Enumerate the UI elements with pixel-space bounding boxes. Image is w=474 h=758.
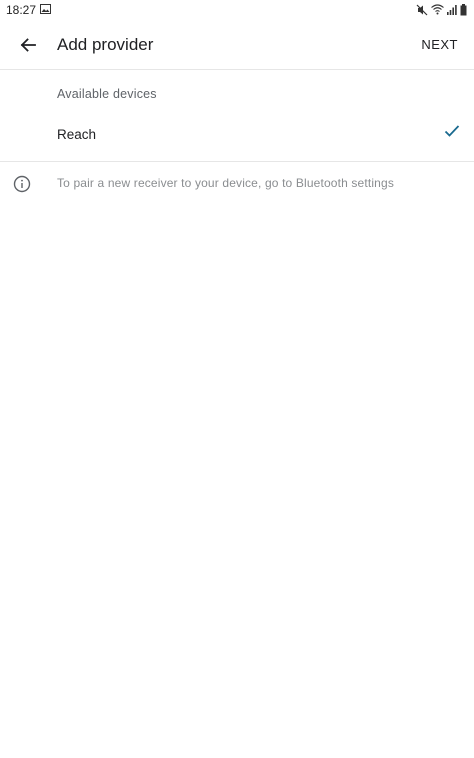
divider <box>0 161 474 162</box>
signal-icon <box>447 5 457 15</box>
battery-icon <box>460 3 467 15</box>
status-icons <box>416 3 467 16</box>
app-bar: Add provider NEXT <box>0 20 474 70</box>
page-title: Add provider <box>57 35 154 54</box>
device-name: Reach <box>57 127 97 142</box>
status-time: 18:27 <box>6 3 37 17</box>
device-item-reach[interactable]: Reach <box>0 110 474 160</box>
checkmark-icon <box>444 125 460 137</box>
gallery-notification-icon <box>40 4 51 14</box>
next-button[interactable]: NEXT <box>421 37 458 52</box>
section-label-available-devices: Available devices <box>57 87 157 101</box>
info-icon <box>13 175 31 193</box>
status-bar: 18:27 <box>0 0 474 20</box>
wifi-icon <box>431 4 444 15</box>
back-arrow-icon <box>20 38 36 52</box>
back-button[interactable] <box>14 31 42 59</box>
bluetooth-settings-hint: To pair a new receiver to your device, g… <box>57 176 394 190</box>
mute-icon <box>416 4 428 15</box>
